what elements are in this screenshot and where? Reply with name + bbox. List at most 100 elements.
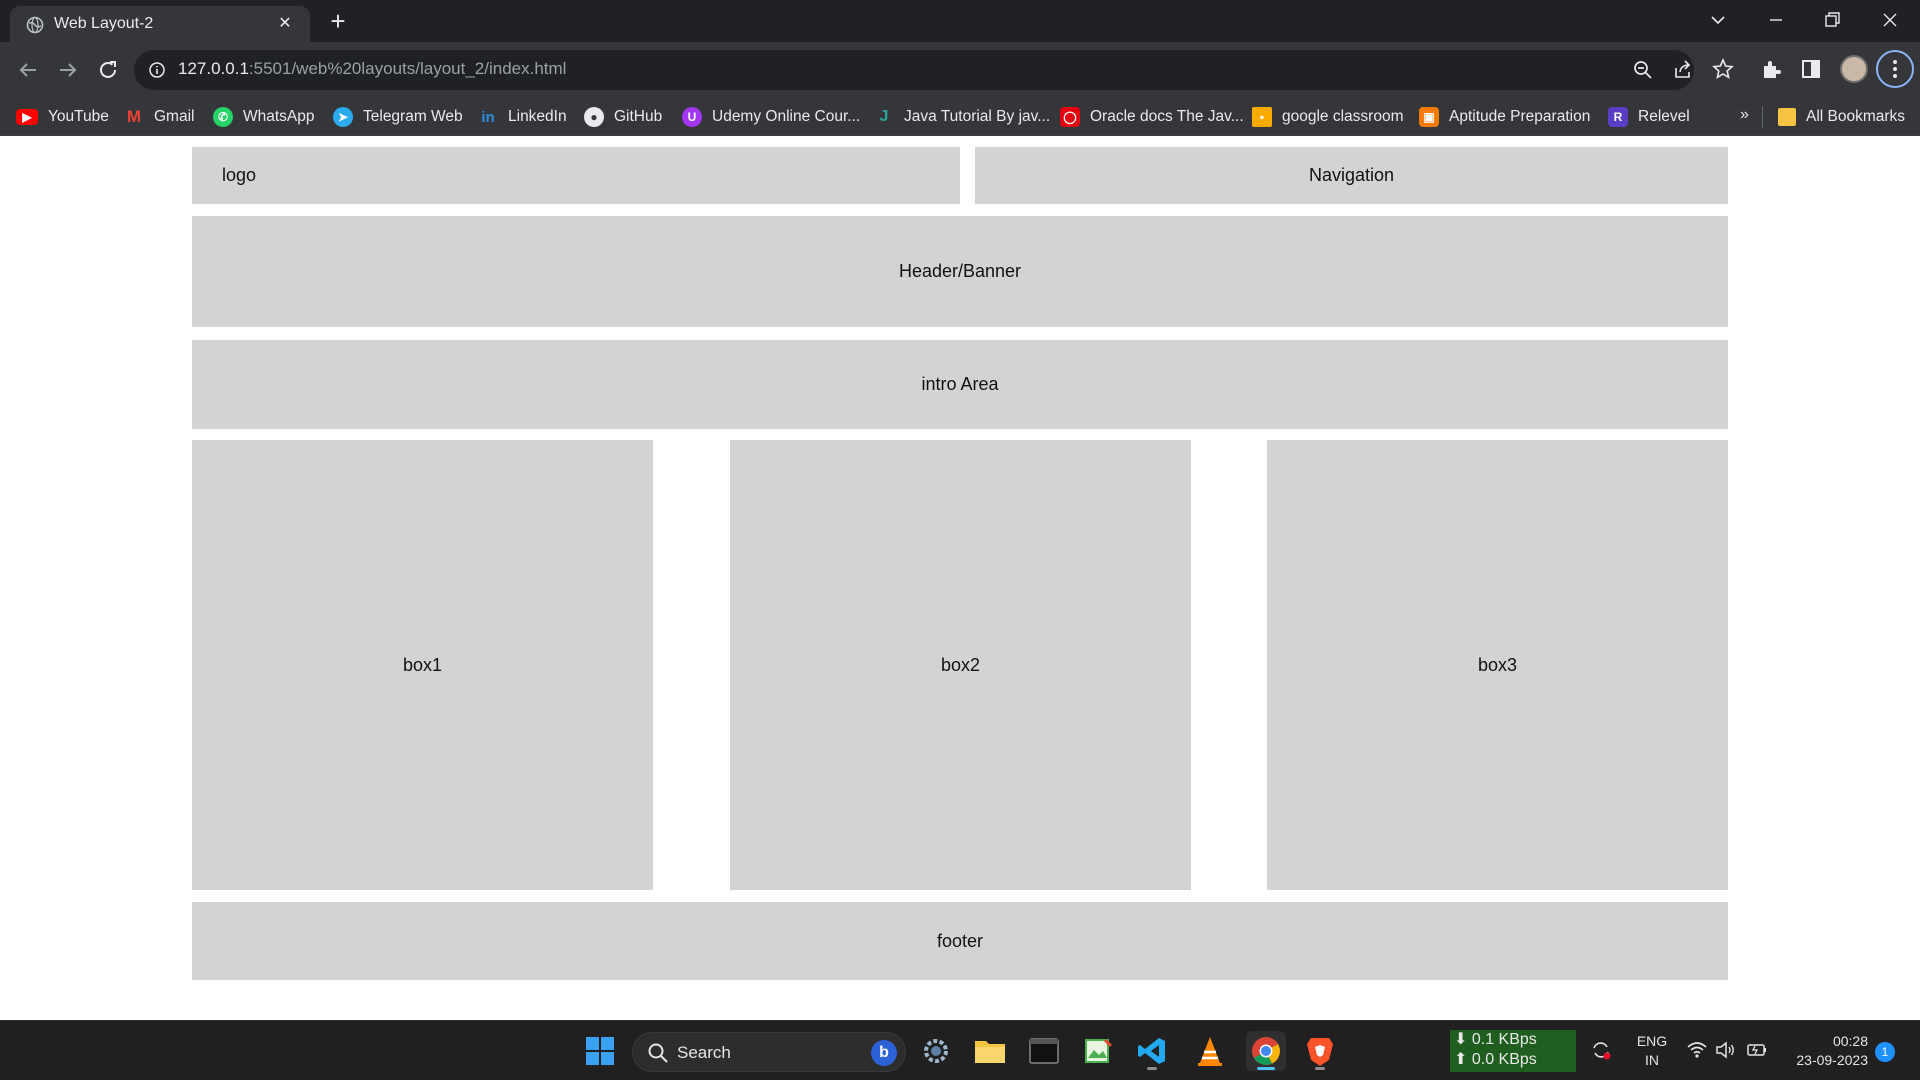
wifi-icon[interactable]	[1686, 1039, 1708, 1061]
bookmarks-bar: ▶ YouTube M Gmail ✆ WhatsApp ➤ Telegram …	[0, 98, 1920, 136]
bookmark-label: Oracle docs The Jav...	[1090, 108, 1244, 125]
bookmark-relevel[interactable]: R Relevel	[1608, 98, 1690, 136]
download-speed: ⬇ 0.1 KBps	[1454, 1031, 1537, 1048]
site-info-icon[interactable]	[148, 61, 166, 79]
vscode-icon[interactable]	[1132, 1031, 1172, 1071]
all-bookmarks-folder[interactable]: All Bookmarks	[1778, 98, 1905, 136]
new-tab-button[interactable]: +	[324, 8, 352, 36]
profile-avatar[interactable]	[1840, 55, 1868, 83]
bookmark-whatsapp[interactable]: ✆ WhatsApp	[213, 98, 315, 136]
bookmark-telegram[interactable]: ➤ Telegram Web	[333, 98, 463, 136]
share-icon[interactable]	[1672, 59, 1694, 81]
aptitude-icon: ▣	[1419, 107, 1439, 127]
relevel-icon: R	[1608, 107, 1628, 127]
battery-icon[interactable]	[1746, 1039, 1768, 1061]
reload-icon[interactable]	[94, 56, 122, 84]
upload-speed-value: 0.0 KBps	[1471, 1051, 1537, 1068]
header-banner-section: Header/Banner	[192, 216, 1728, 327]
network-speed-widget: ⬇ 0.1 KBps ⬆ 0.0 KBps	[1450, 1030, 1576, 1072]
tab-search-chevron-icon[interactable]	[1706, 8, 1730, 32]
intro-area-section: intro Area	[192, 340, 1728, 429]
system-clock[interactable]: 00:28 23-09-2023	[1782, 1032, 1868, 1070]
bookmark-linkedin[interactable]: in LinkedIn	[478, 98, 567, 136]
extensions-puzzle-icon[interactable]	[1758, 56, 1784, 82]
telegram-icon: ➤	[333, 107, 353, 127]
running-indicator	[1315, 1067, 1325, 1070]
oracle-icon: ◯	[1060, 107, 1080, 127]
youtube-icon: ▶	[16, 109, 38, 125]
classroom-icon: ▪	[1252, 107, 1272, 127]
close-tab-icon[interactable]: ✕	[276, 15, 294, 33]
chrome-icon[interactable]	[1246, 1031, 1286, 1071]
bookmarks-divider	[1762, 106, 1763, 128]
bookmark-star-icon[interactable]	[1710, 56, 1736, 82]
address-bar[interactable]: 127.0.0.1:5501/web%20layouts/layout_2/in…	[134, 50, 1694, 90]
globe-icon	[26, 16, 44, 34]
chrome-menu-kebab-icon[interactable]	[1876, 50, 1914, 88]
restore-button[interactable]	[1820, 8, 1844, 32]
forward-arrow-icon[interactable]	[54, 56, 82, 84]
gmail-icon: M	[126, 107, 142, 126]
settings-gear-icon[interactable]	[916, 1031, 956, 1071]
linkedin-icon: in	[481, 108, 495, 126]
minimize-button[interactable]	[1764, 8, 1788, 32]
browser-toolbar: 127.0.0.1:5501/web%20layouts/layout_2/in…	[0, 42, 1920, 98]
language-indicator[interactable]: ENG IN	[1636, 1032, 1668, 1070]
volume-icon[interactable]	[1714, 1039, 1736, 1061]
download-speed-value: 0.1 KBps	[1471, 1031, 1537, 1048]
taskbar-search-box[interactable]: Search b	[632, 1032, 906, 1072]
whatsapp-icon: ✆	[213, 107, 233, 127]
bookmark-label: Relevel	[1638, 108, 1690, 125]
close-window-button[interactable]	[1878, 8, 1902, 32]
notification-badge[interactable]: 1	[1875, 1042, 1895, 1062]
web-page-viewport: logo Navigation Header/Banner intro Area…	[0, 136, 1920, 1020]
bookmark-label: Telegram Web	[363, 108, 463, 125]
more-bookmarks-chevron-icon[interactable]: »	[1740, 106, 1749, 124]
language-code: ENG	[1636, 1033, 1668, 1049]
bookmark-google-classroom[interactable]: ▪ google classroom	[1252, 98, 1403, 136]
navigation-section: Navigation	[975, 147, 1728, 204]
bing-icon[interactable]: b	[871, 1040, 897, 1066]
brave-lion-icon[interactable]	[1300, 1031, 1340, 1071]
javatpoint-icon: J	[879, 108, 889, 125]
logo-section: logo	[192, 147, 960, 204]
bookmark-aptitude[interactable]: ▣ Aptitude Preparation	[1419, 98, 1590, 136]
terminal-icon[interactable]	[1024, 1031, 1064, 1071]
region-code: IN	[1645, 1052, 1659, 1068]
zoom-icon[interactable]	[1632, 59, 1654, 81]
windows-start-icon[interactable]	[580, 1031, 620, 1071]
box1-section: box1	[192, 440, 653, 890]
bookmark-github[interactable]: ● GitHub	[584, 98, 662, 136]
vlc-cone-icon[interactable]	[1190, 1031, 1230, 1071]
bookmark-label: Udemy Online Cour...	[712, 108, 861, 125]
search-placeholder: Search	[677, 1043, 731, 1062]
box3-section: box3	[1267, 440, 1728, 890]
clock-date: 23-09-2023	[1796, 1052, 1868, 1068]
windows-taskbar: Search b ⬇ 0.1 KBps ⬆ 0.0 KBps ENG IN 00…	[0, 1020, 1920, 1080]
browser-tab[interactable]: Web Layout-2 ✕	[10, 6, 310, 42]
sync-alert-icon[interactable]	[1590, 1039, 1612, 1061]
upload-speed: ⬆ 0.0 KBps	[1454, 1051, 1537, 1068]
bookmark-label: GitHub	[614, 108, 663, 125]
bookmark-oracle-docs[interactable]: ◯ Oracle docs The Jav...	[1060, 98, 1244, 136]
bookmark-udemy[interactable]: U Udemy Online Cour...	[682, 98, 860, 136]
file-explorer-folder-icon[interactable]	[970, 1031, 1010, 1071]
browser-tab-bar: Web Layout-2 ✕ +	[0, 0, 1920, 42]
side-panel-icon[interactable]	[1798, 56, 1824, 82]
bookmark-javatpoint[interactable]: J Java Tutorial By jav...	[874, 98, 1051, 136]
bookmark-label: LinkedIn	[508, 108, 567, 125]
active-indicator	[1257, 1067, 1275, 1070]
bookmark-youtube[interactable]: ▶ YouTube	[16, 98, 109, 136]
bookmark-label: Gmail	[154, 108, 195, 125]
image-editor-icon[interactable]	[1078, 1031, 1118, 1071]
back-arrow-icon[interactable]	[14, 56, 42, 84]
all-bookmarks-label: All Bookmarks	[1806, 108, 1906, 125]
url-host: 127.0.0.1	[178, 59, 249, 78]
bookmark-label: Java Tutorial By jav...	[904, 108, 1051, 125]
udemy-icon: U	[682, 107, 702, 127]
bookmark-gmail[interactable]: M Gmail	[124, 98, 195, 136]
tab-title: Web Layout-2	[54, 15, 154, 32]
box2-section: box2	[730, 440, 1191, 890]
github-icon: ●	[584, 107, 604, 127]
bookmark-label: WhatsApp	[243, 108, 315, 125]
